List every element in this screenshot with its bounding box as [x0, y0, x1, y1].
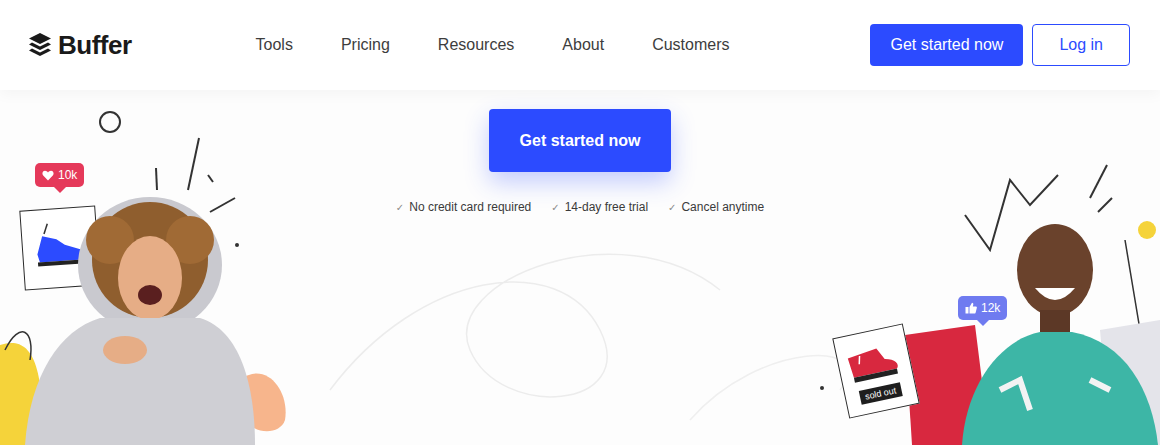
- main-nav: Tools Pricing Resources About Customers: [256, 36, 730, 54]
- nav-link[interactable]: About: [562, 36, 604, 54]
- nav-link[interactable]: Tools: [256, 36, 293, 54]
- badge-tail: [977, 320, 989, 326]
- heart-icon: [42, 170, 54, 181]
- feature-item: ✓ No credit card required: [396, 200, 531, 214]
- nav-link[interactable]: Customers: [652, 36, 729, 54]
- nav-link[interactable]: Resources: [438, 36, 514, 54]
- likes-count: 10k: [58, 168, 77, 182]
- feature-label: 14-day free trial: [565, 200, 648, 214]
- check-icon: ✓: [396, 202, 404, 213]
- hero-section: sold out 10k 12k Get started now ✓ No credit …: [0, 90, 1160, 445]
- badge-tail: [54, 187, 66, 193]
- nav-link[interactable]: Pricing: [341, 36, 390, 54]
- feature-item: ✓ 14-day free trial: [551, 200, 648, 214]
- top-nav-bar: Buffer Tools Pricing Resources About Customer…: [0, 0, 1160, 90]
- thumbs-up-count: 12k: [981, 301, 1000, 315]
- check-icon: ✓: [551, 202, 559, 213]
- feature-label: No credit card required: [409, 200, 531, 214]
- hero-get-started-button[interactable]: Get started now: [489, 109, 672, 172]
- thumbs-up-badge: 12k: [958, 296, 1007, 320]
- feature-item: ✓ Cancel anytime: [668, 200, 764, 214]
- header-actions: Get started nowLog in: [870, 24, 1130, 66]
- man-photo: [962, 224, 1158, 445]
- buffer-stack-icon: [28, 32, 52, 58]
- check-icon: ✓: [668, 202, 676, 213]
- buffer-logo[interactable]: Buffer: [28, 30, 132, 61]
- woman-photo: [25, 197, 255, 445]
- hero-content: Get started now✓No credit card required✓…: [0, 90, 1160, 214]
- thumbs-up-icon: [965, 302, 977, 314]
- feature-list: ✓ No credit card required ✓ 14-day free tri…: [396, 200, 764, 214]
- logo-text: Buffer: [58, 30, 132, 61]
- feature-label: Cancel anytime: [681, 200, 764, 214]
- get-started-button[interactable]: Get started now: [870, 24, 1023, 66]
- sold-out-label: sold out: [859, 382, 903, 404]
- likes-badge: 10k: [35, 163, 84, 187]
- login-button[interactable]: Log in: [1032, 24, 1130, 66]
